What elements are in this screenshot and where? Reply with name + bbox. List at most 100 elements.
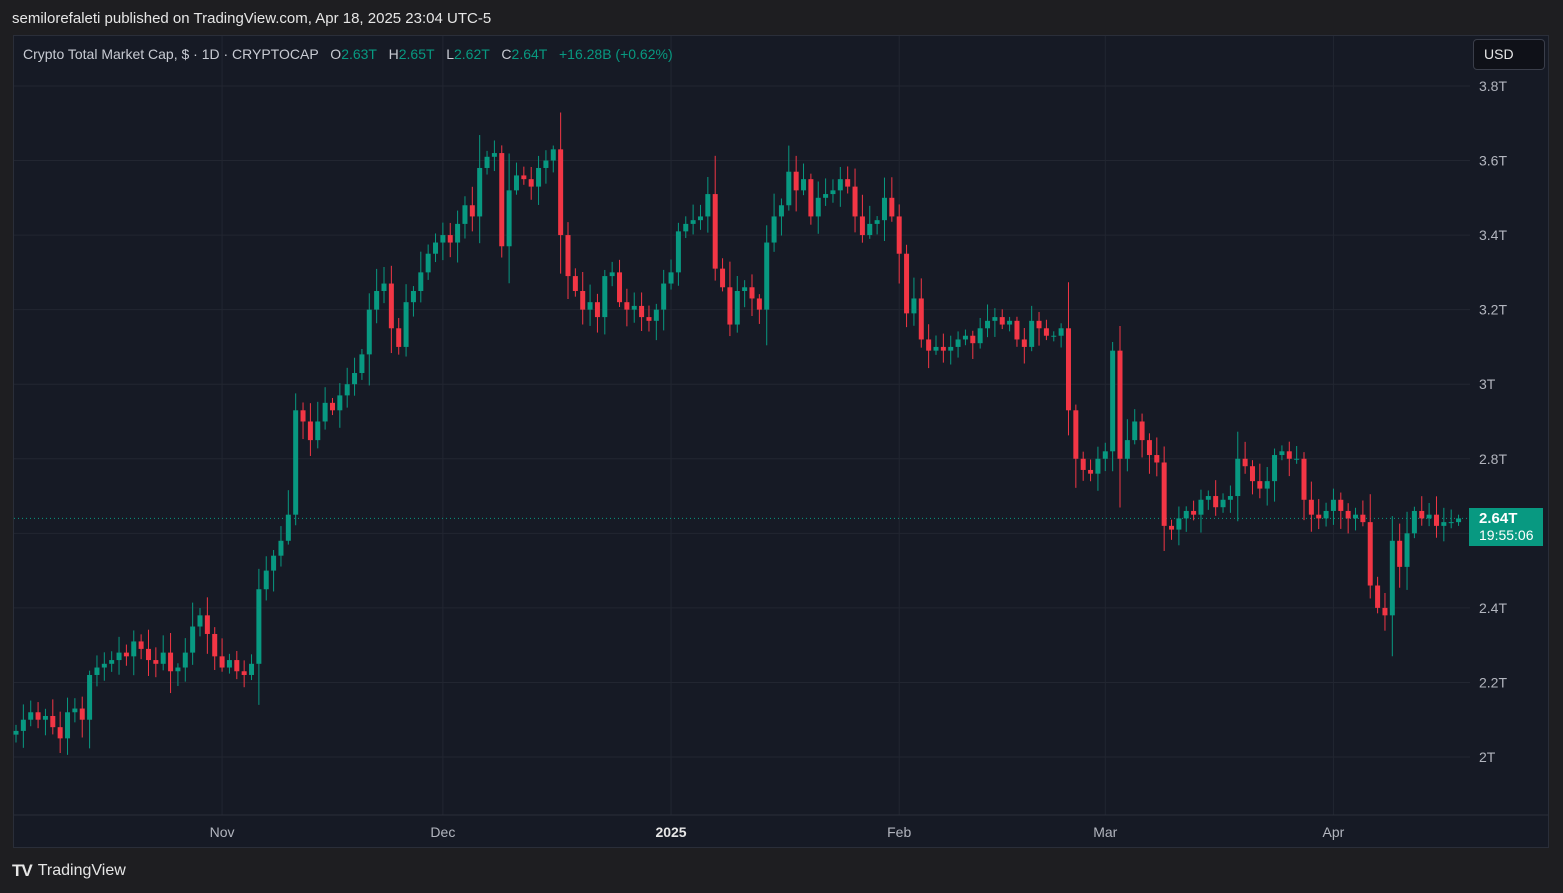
- x-tick-label: Dec: [430, 824, 455, 840]
- candle-down: [219, 656, 225, 668]
- candlestick-chart[interactable]: 2T2.2T2.4T2.6T2.8T3T3.2T3.4T3.6T3.8T Nov…: [0, 0, 1563, 893]
- y-tick-label: 3.4T: [1479, 227, 1507, 243]
- candle-up: [1124, 440, 1130, 459]
- candle-up: [1220, 499, 1226, 508]
- candle-down: [469, 205, 475, 217]
- y-tick-label: 3T: [1479, 376, 1496, 392]
- candle-down: [896, 216, 902, 254]
- candle-up: [690, 220, 696, 224]
- candle-down: [145, 648, 151, 661]
- candle-down: [1433, 514, 1439, 526]
- candle-down: [720, 268, 726, 288]
- candle-up: [433, 242, 439, 254]
- candle-up: [550, 149, 556, 161]
- candle-up: [1448, 522, 1454, 524]
- candle-up: [116, 652, 122, 661]
- candle-up: [675, 231, 681, 273]
- open-value: 2.63T: [341, 46, 377, 62]
- candle-down: [572, 276, 578, 291]
- candle-up: [455, 223, 461, 243]
- candle-up: [182, 652, 188, 668]
- candle-up: [653, 309, 659, 321]
- candle-down: [756, 298, 762, 310]
- y-tick-label: 3.6T: [1479, 153, 1507, 169]
- candle-up: [1330, 499, 1336, 511]
- candle-up: [344, 384, 350, 396]
- candle-up: [668, 272, 674, 284]
- candle-up: [1110, 350, 1116, 452]
- candle-down: [639, 305, 645, 318]
- candle-up: [1198, 499, 1204, 515]
- candle-down: [1036, 320, 1042, 329]
- candle-up: [249, 663, 255, 675]
- candle-up: [734, 291, 740, 325]
- candle-down: [1080, 458, 1086, 470]
- candle-up: [359, 354, 365, 374]
- candle-down: [79, 708, 85, 720]
- candle-up: [1411, 510, 1417, 534]
- candle-up: [697, 216, 703, 221]
- candle-up: [28, 712, 34, 720]
- candle-down: [808, 179, 814, 217]
- candle-up: [1404, 533, 1410, 567]
- candle-down: [1375, 585, 1381, 608]
- candle-down: [35, 712, 41, 720]
- low-label: L: [446, 46, 454, 62]
- candle-down: [558, 149, 564, 236]
- candle-down: [1088, 469, 1094, 474]
- symbol-title[interactable]: Crypto Total Market Cap, $ · 1D · CRYPTO…: [23, 46, 318, 62]
- candle-down: [388, 283, 394, 329]
- candle-up: [65, 712, 71, 739]
- y-tick-label: 2.2T: [1479, 674, 1507, 690]
- candle-down: [234, 660, 240, 672]
- candle-up: [484, 156, 490, 168]
- candle-up: [1323, 510, 1329, 519]
- candle-up: [20, 719, 26, 731]
- x-tick-label: Feb: [887, 824, 911, 840]
- x-tick-label: Nov: [210, 824, 235, 840]
- candle-down: [1286, 451, 1292, 459]
- y-tick-label: 3.2T: [1479, 302, 1507, 318]
- candle-down: [617, 272, 623, 303]
- candle-up: [410, 291, 416, 303]
- bar-countdown: 19:55:06: [1479, 527, 1534, 543]
- tradingview-logo-icon: TV: [12, 861, 33, 880]
- candle-down: [521, 175, 527, 180]
- candle-down: [1316, 514, 1322, 519]
- candle-down: [1117, 350, 1123, 459]
- candle-up: [881, 197, 887, 221]
- candle-up: [837, 179, 843, 191]
- candle-up: [1007, 320, 1013, 325]
- candle-down: [1161, 462, 1167, 526]
- candle-down: [1065, 328, 1071, 411]
- close-value: 2.64T: [511, 46, 548, 62]
- tradingview-footer[interactable]: TV TradingView: [12, 861, 126, 881]
- candle-up: [101, 663, 107, 668]
- change-value: +16.28B (+0.62%): [558, 46, 673, 62]
- candle-up: [87, 674, 93, 720]
- candle-down: [241, 671, 247, 675]
- candle-down: [168, 652, 174, 672]
- candle-up: [513, 175, 519, 191]
- candle-up: [587, 302, 593, 310]
- candle-up: [374, 291, 380, 310]
- candle-down: [1154, 455, 1160, 463]
- candle-up: [1264, 481, 1270, 489]
- candle-down: [580, 291, 586, 310]
- candle-up: [366, 309, 372, 355]
- candle-up: [337, 395, 343, 411]
- candle-up: [1102, 451, 1108, 459]
- candle-up: [1029, 320, 1035, 347]
- candle-up: [109, 660, 115, 664]
- candle-up: [13, 730, 19, 735]
- candle-up: [683, 223, 689, 232]
- candle-down: [1360, 514, 1366, 523]
- candle-down: [1073, 410, 1079, 459]
- candle-up: [830, 190, 836, 195]
- candle-up: [352, 373, 358, 385]
- currency-button[interactable]: USD: [1473, 39, 1545, 70]
- high-label: H: [388, 46, 399, 62]
- candle-down: [852, 186, 858, 217]
- candle-up: [771, 216, 777, 243]
- candle-up: [786, 171, 792, 206]
